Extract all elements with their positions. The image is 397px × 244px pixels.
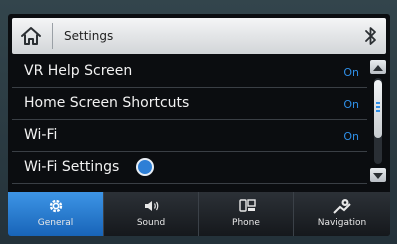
list-item-label: Home Screen Shortcuts bbox=[24, 95, 190, 111]
tab-label: Navigation bbox=[317, 218, 367, 228]
page-title: Settings bbox=[64, 29, 114, 43]
tab-general[interactable]: General bbox=[8, 192, 103, 236]
header-bar: Settings bbox=[12, 18, 386, 54]
triangle-down-icon bbox=[373, 173, 383, 179]
list-item-label: Wi-Fi Settings bbox=[24, 159, 120, 175]
list-item-home-screen-shortcuts[interactable]: Home Screen Shortcuts On bbox=[12, 88, 367, 120]
scrollbar-track[interactable] bbox=[374, 78, 382, 164]
header-separator bbox=[52, 23, 53, 49]
navigation-icon bbox=[333, 199, 351, 214]
tab-label: Phone bbox=[232, 218, 260, 228]
tab-label: General bbox=[37, 218, 74, 228]
list-item-value: On bbox=[343, 130, 359, 143]
speaker-icon bbox=[145, 201, 159, 211]
settings-list: VR Help Screen On Home Screen Shortcuts … bbox=[12, 56, 367, 192]
list-item-label: Wi-Fi bbox=[24, 127, 58, 143]
scrollbar-grip bbox=[376, 102, 380, 114]
phone-icon bbox=[239, 199, 256, 212]
device-bezel: Settings VR Help Screen On Home Screen S… bbox=[0, 0, 397, 244]
bottom-nav: General Sound Phone Navigation bbox=[8, 192, 390, 236]
list-item-wifi[interactable]: Wi-Fi On bbox=[12, 120, 367, 152]
list-item-value: On bbox=[343, 98, 359, 111]
touch-indicator bbox=[136, 158, 154, 176]
tab-navigation[interactable]: Navigation bbox=[293, 192, 390, 236]
scroll-down-button[interactable] bbox=[370, 168, 386, 182]
list-item-wifi-settings[interactable]: Wi-Fi Settings bbox=[12, 152, 367, 184]
display-screen: Settings VR Help Screen On Home Screen S… bbox=[8, 14, 390, 236]
list-item-value: On bbox=[343, 66, 359, 79]
gear-icon bbox=[49, 199, 63, 213]
list-item-vr-help-screen[interactable]: VR Help Screen On bbox=[12, 56, 367, 88]
list-item-label: VR Help Screen bbox=[24, 63, 133, 79]
tab-sound[interactable]: Sound bbox=[103, 192, 198, 236]
tab-label: Sound bbox=[136, 218, 166, 228]
bluetooth-icon bbox=[365, 27, 376, 45]
scroll-up-button[interactable] bbox=[370, 60, 386, 74]
scrollbar-thumb[interactable] bbox=[374, 80, 382, 138]
triangle-up-icon bbox=[373, 65, 383, 71]
tab-phone[interactable]: Phone bbox=[198, 192, 293, 236]
home-icon[interactable] bbox=[20, 26, 42, 46]
